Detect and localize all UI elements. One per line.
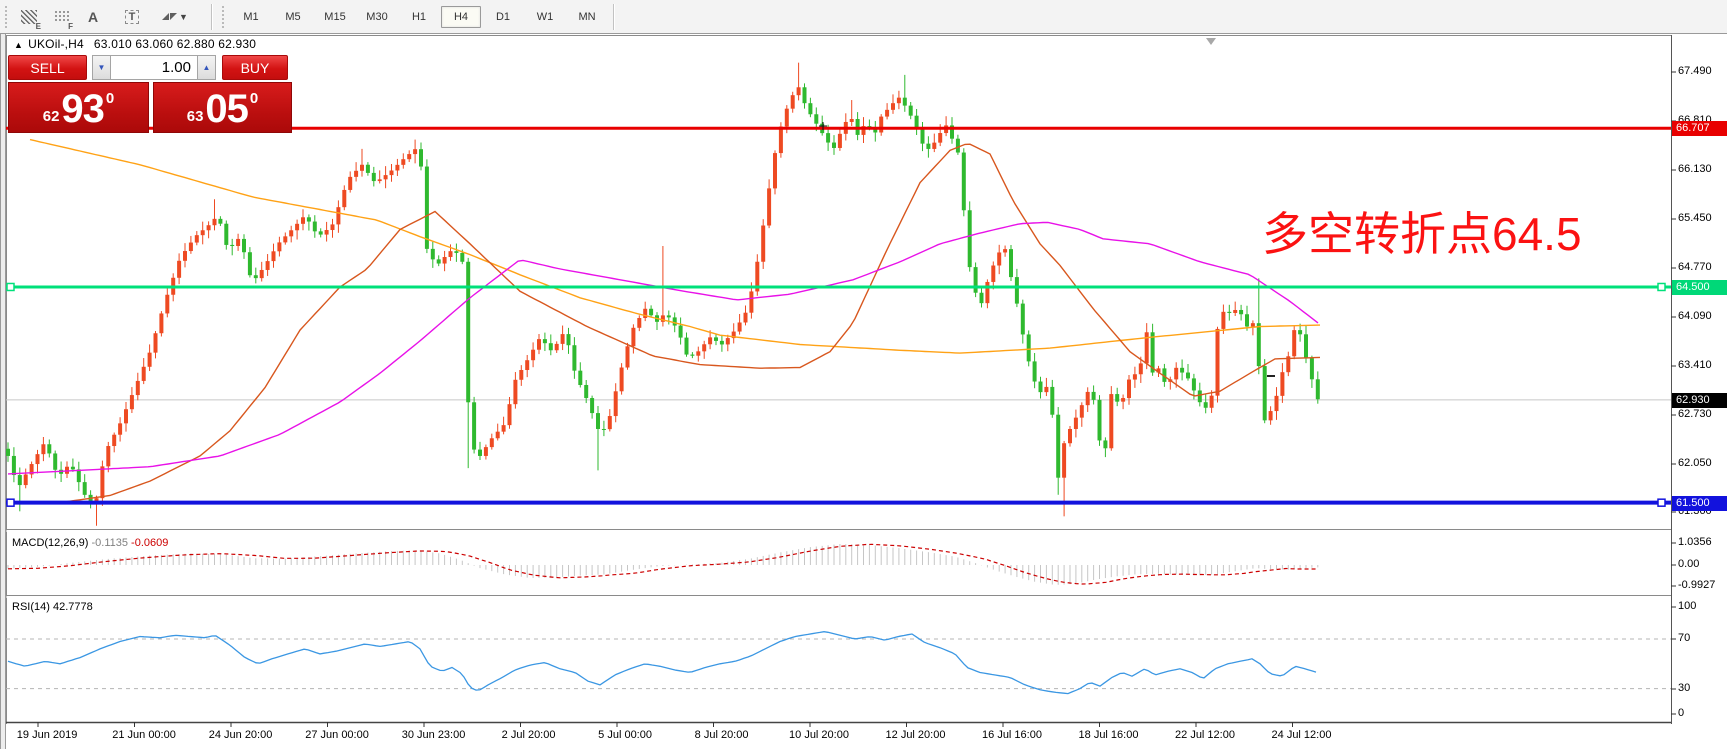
volume-input[interactable] bbox=[111, 55, 197, 80]
timeframe-button-d1[interactable]: D1 bbox=[483, 6, 523, 28]
buy-price-small: 63 bbox=[187, 108, 204, 125]
rsi-line bbox=[8, 632, 1316, 694]
macd-signal-line bbox=[8, 544, 1316, 584]
date-label: 5 Jul 00:00 bbox=[598, 729, 652, 741]
timeframe-button-m1[interactable]: M1 bbox=[231, 6, 271, 28]
chart-header: ▲ UKOil-,H4 63.010 63.060 62.880 62.930 bbox=[14, 37, 256, 51]
timeframe-button-m15[interactable]: M15 bbox=[315, 6, 355, 28]
date-label: 19 Jun 2019 bbox=[17, 729, 78, 741]
date-label: 24 Jul 12:00 bbox=[1272, 729, 1332, 741]
buy-button[interactable]: BUY bbox=[222, 55, 288, 80]
rsi-label: RSI(14) 42.7778 bbox=[12, 601, 93, 613]
price-badge-66.707: 66.707 bbox=[1672, 121, 1727, 136]
toolbar-separator-2 bbox=[613, 4, 614, 30]
price-badge-62.930: 62.930 bbox=[1672, 393, 1727, 408]
price-tick-label: 64.090 bbox=[1678, 310, 1712, 322]
sell-button[interactable]: SELL bbox=[8, 55, 87, 80]
timeframe-button-h4[interactable]: H4 bbox=[441, 6, 481, 28]
macd-tick-label: 0.00 bbox=[1678, 558, 1699, 570]
date-label: 30 Jun 23:00 bbox=[402, 729, 466, 741]
trading-terminal: E F A T ▼ M1M5M15M30H1H4D1W1MN ▲ UKOil-,H… bbox=[0, 0, 1727, 749]
macd-histogram bbox=[8, 544, 1318, 585]
arrange-arrows-icon[interactable]: ▼ bbox=[156, 4, 194, 30]
pivot-line-handle bbox=[7, 283, 14, 290]
ohlc-values: 63.010 63.060 62.880 62.930 bbox=[94, 37, 256, 51]
price-tick-label: 64.770 bbox=[1678, 261, 1712, 273]
pivot-line-handle bbox=[1658, 283, 1665, 290]
date-label: 10 Jul 20:00 bbox=[789, 729, 849, 741]
rsi-tick-label: 0 bbox=[1678, 707, 1684, 719]
rsi-tick-label: 70 bbox=[1678, 632, 1690, 644]
timeframe-button-mn[interactable]: MN bbox=[567, 6, 607, 28]
toolbar: E F A T ▼ M1M5M15M30H1H4D1W1MN bbox=[0, 0, 1727, 34]
date-label: 22 Jul 12:00 bbox=[1175, 729, 1235, 741]
toolbar-grip-2[interactable] bbox=[221, 5, 226, 29]
grid-f-icon[interactable]: F bbox=[48, 4, 74, 30]
macd-tick-label: -0.9927 bbox=[1678, 579, 1715, 591]
support-line-handle bbox=[7, 499, 14, 506]
price-badge-61.500: 61.500 bbox=[1672, 496, 1727, 511]
price-tick-label: 65.450 bbox=[1678, 212, 1712, 224]
date-label: 16 Jul 16:00 bbox=[982, 729, 1042, 741]
pattern-e-icon[interactable]: E bbox=[16, 4, 42, 30]
buy-price-box[interactable]: 63 05 0 bbox=[153, 82, 292, 133]
rsi-value: 42.7778 bbox=[53, 601, 93, 613]
sell-price-big: 93 bbox=[61, 89, 104, 129]
chevron-down-icon: ▼ bbox=[179, 12, 188, 22]
symbol-triangle-icon: ▲ bbox=[14, 40, 23, 50]
price-tick-label: 62.730 bbox=[1678, 408, 1712, 420]
ma-fast-chocolate bbox=[60, 144, 1320, 503]
sell-price-box[interactable]: 62 93 0 bbox=[8, 82, 149, 133]
toolbar-grip[interactable] bbox=[4, 5, 9, 29]
macd-tick-label: 1.0356 bbox=[1678, 536, 1712, 548]
buy-price-sup: 0 bbox=[250, 90, 258, 107]
date-label: 21 Jun 00:00 bbox=[112, 729, 176, 741]
buy-price-big: 05 bbox=[205, 89, 248, 129]
timeframe-button-w1[interactable]: W1 bbox=[525, 6, 565, 28]
rsi-tick-label: 100 bbox=[1678, 600, 1696, 612]
timeframe-button-h1[interactable]: H1 bbox=[399, 6, 439, 28]
price-tick-label: 66.130 bbox=[1678, 163, 1712, 175]
timeframe-bar: M1M5M15M30H1H4D1W1MN bbox=[230, 6, 608, 28]
rsi-tick-label: 30 bbox=[1678, 682, 1690, 694]
price-tick-label: 67.490 bbox=[1678, 65, 1712, 77]
text-a-icon[interactable]: A bbox=[80, 4, 106, 30]
date-label: 12 Jul 20:00 bbox=[886, 729, 946, 741]
volume-decrease-button[interactable]: ▼ bbox=[92, 55, 111, 80]
textbox-t-icon[interactable]: T bbox=[119, 4, 145, 30]
volume-increase-button[interactable]: ▲ bbox=[197, 55, 216, 80]
sell-price-small: 62 bbox=[43, 108, 60, 125]
date-label: 27 Jun 00:00 bbox=[305, 729, 369, 741]
timeframe-button-m30[interactable]: M30 bbox=[357, 6, 397, 28]
trade-panel: SELL ▼ ▲ BUY 62 93 0 63 05 0 bbox=[8, 55, 294, 133]
window-edge bbox=[0, 33, 6, 749]
date-label: 18 Jul 16:00 bbox=[1079, 729, 1139, 741]
support-line-handle bbox=[1658, 499, 1665, 506]
macd-label: MACD(12,26,9) -0.1135 -0.0609 bbox=[12, 537, 168, 549]
date-label: 2 Jul 20:00 bbox=[502, 729, 556, 741]
price-tick-label: 63.410 bbox=[1678, 359, 1712, 371]
symbol-label: UKOil-,H4 bbox=[28, 37, 84, 51]
chart-annotation-text: 多空转折点64.5 bbox=[1262, 198, 1582, 264]
sell-price-sup: 0 bbox=[106, 90, 114, 107]
chart-shift-marker bbox=[1206, 38, 1216, 45]
price-tick-label: 62.050 bbox=[1678, 457, 1712, 469]
toolbar-separator bbox=[211, 4, 212, 30]
timeframe-button-m5[interactable]: M5 bbox=[273, 6, 313, 28]
macd-main-value: -0.1135 bbox=[91, 537, 128, 549]
date-label: 8 Jul 20:00 bbox=[695, 729, 749, 741]
price-badge-64.500: 64.500 bbox=[1672, 280, 1727, 295]
date-label: 24 Jun 20:00 bbox=[209, 729, 273, 741]
macd-signal-value: -0.0609 bbox=[131, 537, 168, 549]
